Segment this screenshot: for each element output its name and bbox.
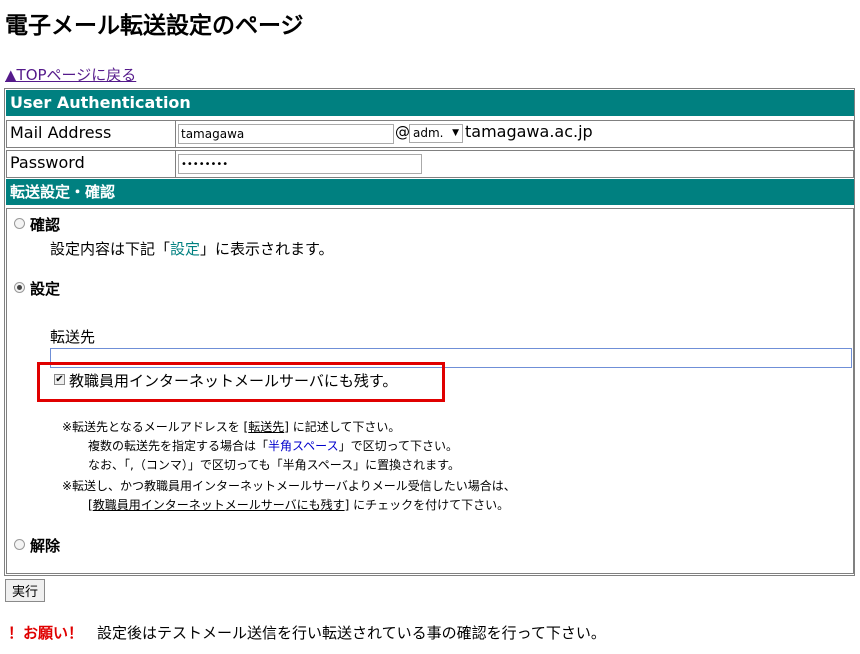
domain-suffix: tamagawa.ac.jp: [465, 122, 593, 141]
confirm-description: 設定内容は下記「設定」に表示されます。: [50, 238, 334, 259]
radio-set[interactable]: [14, 282, 25, 293]
execute-button[interactable]: 実行: [5, 579, 45, 602]
top-page-link[interactable]: ▲TOPページに戻る: [5, 64, 136, 85]
confirm-desc-text-end: 」に表示されます。: [200, 240, 334, 258]
option-release-label: 解除: [30, 537, 61, 555]
note-text: ] に記述して下さい。: [284, 420, 401, 434]
auth-header: User Authentication: [6, 90, 854, 116]
option-set-label: 設定: [30, 280, 61, 298]
confirm-desc-link: 設定: [170, 240, 201, 258]
at-sign: @: [395, 123, 410, 141]
note-underline: 転送先: [248, 420, 285, 434]
mail-address-input[interactable]: [178, 124, 394, 144]
footer-message: 設定後はテストメール送信を行い転送されている事の確認を行って下さい。: [97, 624, 606, 642]
forward-destination-label: 転送先: [50, 328, 96, 346]
page-title: 電子メール転送設定のページ: [5, 13, 304, 39]
note-line-4: ※転送し、かつ教職員用インターネットメールサーバよりメール受信したい場合は、: [62, 479, 516, 493]
note-line-5: [教職員用インターネットメールサーバにも残す] にチェックを付けて下さい。: [88, 496, 509, 515]
confirm-desc-text: 設定内容は下記「: [50, 240, 171, 258]
note-line-3: なお、「,（コンマ）」で区切っても「半角スペース」に置換されます。: [88, 458, 460, 472]
note-line-1: ※転送先となるメールアドレスを [転送先] に記述して下さい。: [62, 418, 400, 437]
keep-on-server-label: 教職員用インターネットメールサーバにも残す。: [69, 372, 398, 390]
page: 電子メール転送設定のページ ▲TOPページに戻る User Authentica…: [0, 0, 860, 654]
forward-header: 転送設定・確認: [6, 179, 854, 205]
note-text: ※転送先となるメールアドレスを [: [62, 420, 249, 434]
option-confirm-label: 確認: [30, 216, 61, 234]
mail-address-label: Mail Address: [6, 120, 176, 148]
password-input[interactable]: [178, 154, 422, 174]
note-text: ] にチェックを付けて下さい。: [344, 498, 510, 512]
note-underline: 教職員用インターネットメールサーバにも残す: [92, 498, 345, 512]
warning-label: ！お願い！: [8, 624, 84, 642]
domain-select[interactable]: adm. ▼: [409, 124, 463, 143]
keep-on-server-checkbox[interactable]: ✔: [54, 374, 65, 385]
domain-select-value: adm.: [413, 126, 444, 140]
chevron-down-icon: ▼: [452, 128, 459, 138]
note-text: 」で区切って下さい。: [338, 439, 458, 453]
radio-confirm[interactable]: [14, 218, 25, 229]
password-label: Password: [6, 150, 176, 178]
note-line-2: 複数の転送先を指定する場合は「半角スペース」で区切って下さい。: [88, 437, 458, 456]
note-text: 複数の転送先を指定する場合は「: [88, 439, 269, 453]
note-blue: 半角スペース: [268, 439, 339, 453]
footer-notice: ！お願い！ 設定後はテストメール送信を行い転送されている事の確認を行って下さい。: [8, 622, 606, 643]
radio-release[interactable]: [14, 539, 25, 550]
